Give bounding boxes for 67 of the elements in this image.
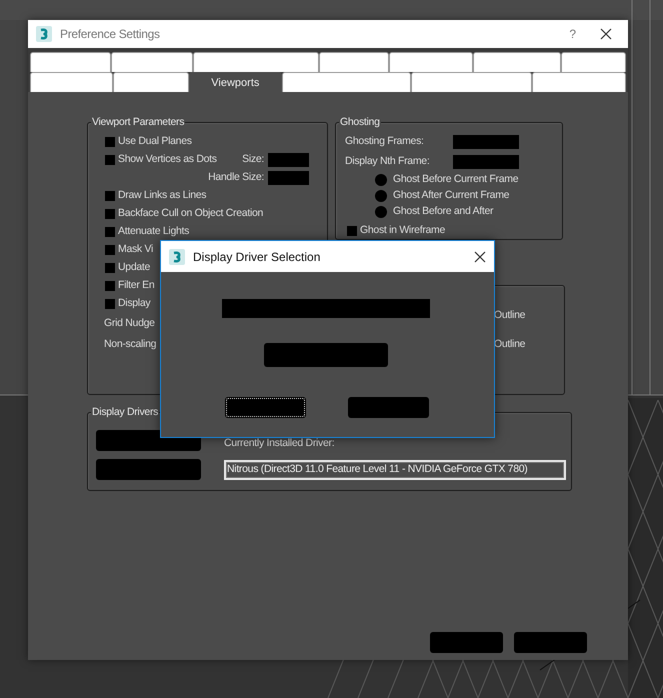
group-title: Ghosting [339, 116, 381, 129]
radio-label: Ghost Before and After [393, 204, 494, 220]
checkbox[interactable] [347, 226, 357, 236]
radio-button[interactable] [375, 190, 387, 202]
option-label: Outline [494, 337, 526, 352]
radio-label: Ghost Before Current Frame [393, 172, 518, 188]
field-label: Ghosting Frames: [345, 134, 425, 150]
checkbox-label: Show Vertices as Dots [118, 152, 217, 168]
checkbox-label: Display [118, 296, 150, 312]
checkbox-label: Update [118, 260, 150, 276]
window-title: Preference Settings [60, 26, 161, 43]
input-field[interactable] [268, 153, 309, 167]
checkbox-label: Use Dual Planes [118, 134, 192, 150]
tab[interactable] [30, 72, 113, 92]
tab[interactable]: Viewports [188, 72, 282, 92]
field-label: Grid Nudge [104, 316, 155, 331]
checkbox[interactable] [105, 155, 115, 165]
tab[interactable] [472, 52, 562, 72]
input-field[interactable] [453, 155, 519, 169]
close-icon [600, 28, 612, 40]
checkbox-label: Ghost in Wireframe [360, 223, 446, 238]
field-label: Size: [242, 152, 264, 168]
checkbox[interactable] [105, 191, 115, 201]
checkbox[interactable] [105, 209, 115, 219]
tab[interactable] [282, 72, 411, 92]
checkbox[interactable] [105, 227, 115, 237]
group-title: Display Drivers [91, 406, 160, 419]
close-button[interactable] [474, 250, 486, 262]
dialog-title: Display Driver Selection [193, 248, 322, 266]
tab[interactable] [193, 52, 319, 72]
tab[interactable] [30, 52, 111, 72]
close-icon [474, 250, 486, 262]
radio-button[interactable] [375, 206, 387, 218]
group-title: Viewport Parameters [91, 116, 186, 129]
option-label: Outline [494, 308, 526, 323]
app-icon [36, 26, 52, 42]
tab[interactable] [112, 72, 188, 92]
checkbox-label: Attenuate Lights [118, 224, 190, 240]
tab[interactable] [110, 52, 194, 72]
tab[interactable] [561, 52, 626, 72]
checkbox-label: Draw Links as Lines [118, 188, 206, 204]
checkbox-label: Mask Vi [118, 242, 154, 258]
blacked-out-field[interactable] [222, 299, 430, 318]
checkbox[interactable] [105, 245, 115, 255]
field-label: Currently Installed Driver: [224, 436, 336, 451]
driver-field[interactable]: Nitrous (Direct3D 11.0 Feature Level 11 - NVIDIA GeForce GTX 780) [224, 460, 566, 480]
blacked-out-button[interactable] [225, 397, 306, 418]
close-button[interactable] [600, 28, 612, 40]
input-field[interactable] [453, 135, 519, 149]
field-label: Display Nth Frame: [345, 154, 430, 170]
checkbox-label: Filter En [118, 278, 154, 294]
field-label: Non-scaling [104, 336, 156, 352]
field-label: Handle Size: [208, 170, 264, 186]
app-icon [169, 248, 185, 264]
checkbox[interactable] [105, 137, 115, 147]
checkbox[interactable] [105, 281, 115, 291]
input-field[interactable] [268, 171, 309, 185]
radio-button[interactable] [375, 174, 387, 186]
help-button[interactable]: ? [569, 28, 576, 40]
checkbox[interactable] [105, 299, 115, 309]
tab[interactable] [388, 52, 472, 72]
tab[interactable] [410, 72, 532, 92]
tab[interactable] [532, 72, 626, 92]
checkbox-label: Backface Cull on Object Creation [118, 206, 264, 222]
radio-label: Ghost After Current Frame [393, 188, 510, 204]
checkbox[interactable] [105, 263, 115, 273]
tab[interactable] [319, 52, 389, 72]
